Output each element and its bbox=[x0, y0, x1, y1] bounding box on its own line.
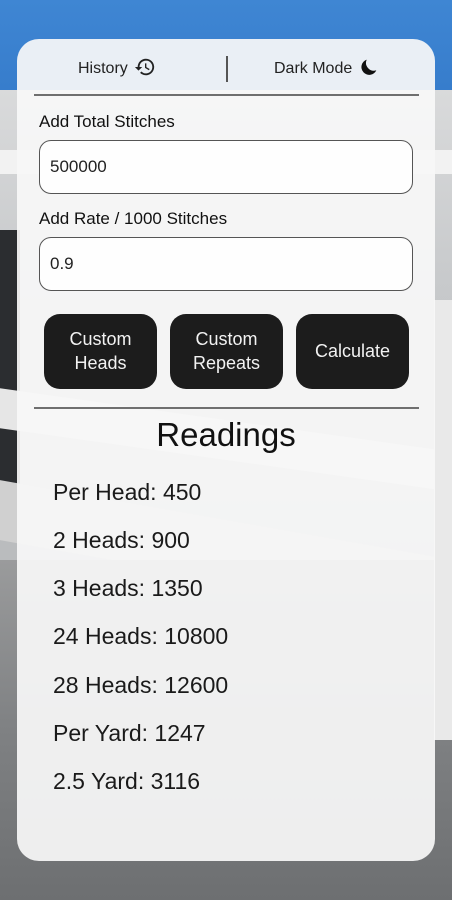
history-label: History bbox=[78, 60, 128, 77]
reading-3-heads: 3 Heads: 1350 bbox=[53, 575, 203, 601]
rate-label: Add Rate / 1000 Stitches bbox=[39, 209, 228, 228]
history-icon bbox=[134, 56, 156, 83]
calculator-card: History Dark Mode Add Total Stitches Add… bbox=[17, 39, 435, 861]
rate-input[interactable] bbox=[39, 237, 413, 291]
total-stitches-input[interactable] bbox=[39, 140, 413, 194]
dark-mode-toggle[interactable]: Dark Mode bbox=[274, 57, 380, 81]
background-machine-frame bbox=[434, 300, 452, 740]
custom-repeats-label: Custom Repeats bbox=[192, 329, 261, 373]
topbar-divider bbox=[226, 56, 228, 82]
custom-heads-label: Custom Heads bbox=[69, 329, 132, 373]
total-stitches-label: Add Total Stitches bbox=[39, 112, 175, 131]
reading-28-heads: 28 Heads: 12600 bbox=[53, 672, 229, 698]
divider bbox=[34, 94, 419, 96]
calculate-button[interactable]: Calculate bbox=[296, 314, 409, 389]
top-bar: History Dark Mode bbox=[17, 39, 435, 95]
calculate-label: Calculate bbox=[314, 340, 391, 361]
custom-heads-button[interactable]: Custom Heads bbox=[44, 314, 157, 389]
readings-title: Readings bbox=[156, 416, 296, 453]
custom-repeats-button[interactable]: Custom Repeats bbox=[170, 314, 283, 389]
reading-per-yard: Per Yard: 1247 bbox=[53, 720, 206, 746]
dark-mode-label: Dark Mode bbox=[274, 60, 353, 77]
reading-24-heads: 24 Heads: 10800 bbox=[53, 623, 229, 649]
reading-2-heads: 2 Heads: 900 bbox=[53, 527, 190, 553]
divider bbox=[34, 407, 419, 409]
reading-2-5-yard: 2.5 Yard: 3116 bbox=[53, 768, 201, 794]
reading-per-head: Per Head: 450 bbox=[53, 479, 202, 505]
history-button[interactable]: History bbox=[78, 57, 156, 81]
moon-icon bbox=[358, 56, 380, 83]
